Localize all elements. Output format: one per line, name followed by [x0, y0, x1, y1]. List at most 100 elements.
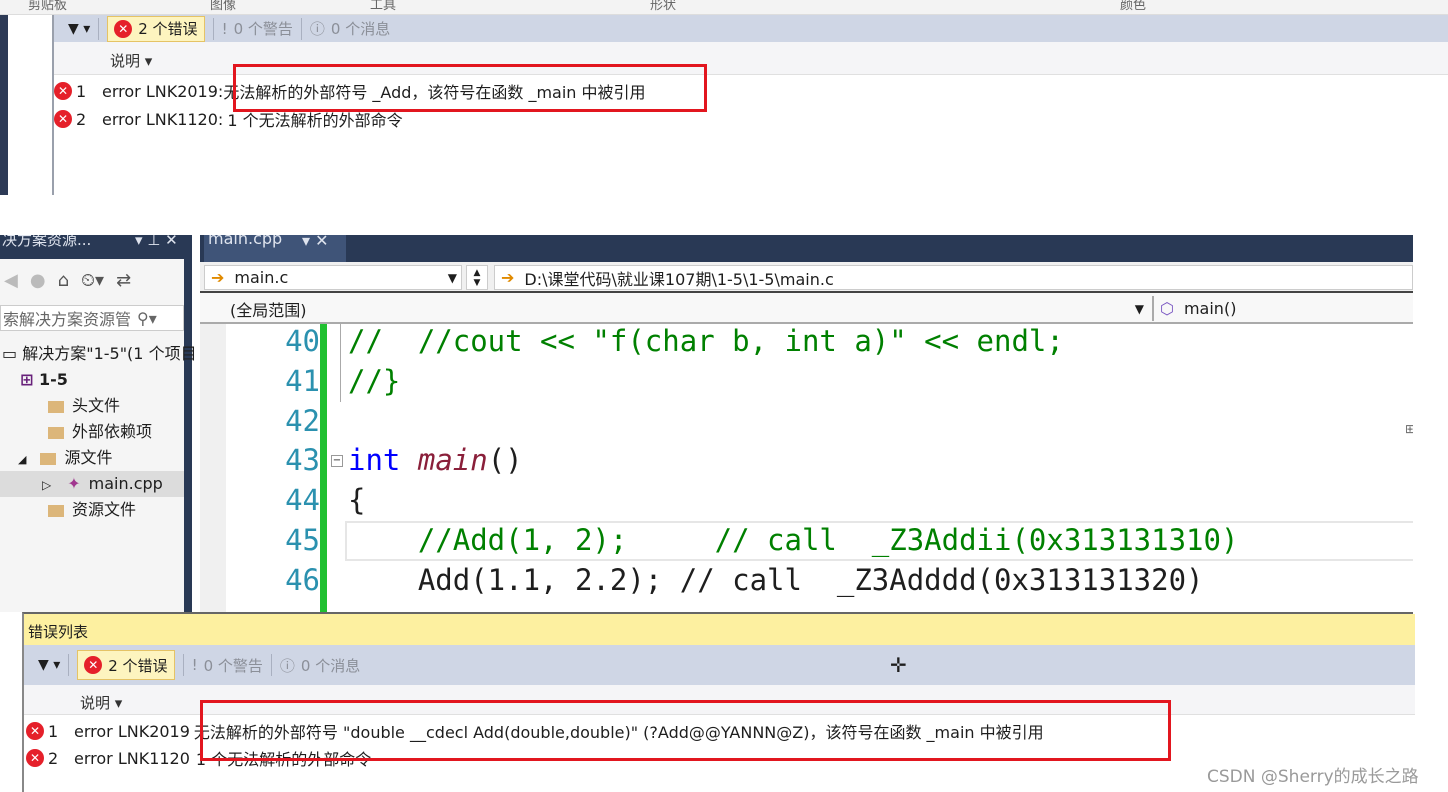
- highlight-box: [233, 64, 707, 112]
- code-line: //Add(1, 2); // call _Z3Addii(0x31313131…: [348, 523, 1239, 557]
- collapse-icon[interactable]: −: [331, 455, 343, 467]
- member-dropdown[interactable]: ⬡ main(): [1152, 296, 1413, 321]
- error-icon: ✕: [84, 656, 103, 674]
- scope-dropdown[interactable]: (全局范围) ▼: [204, 296, 1148, 321]
- arrow-icon: ➔: [211, 268, 225, 287]
- code-line: Add(1.1, 2.2); // call _Z3Adddd(0x313131…: [348, 563, 1204, 597]
- error-icon: ✕: [54, 110, 72, 128]
- tab-main-cpp[interactable]: main.cpp ▾ ✕: [204, 235, 346, 262]
- line-number: 40: [285, 324, 320, 358]
- ribbon-group-labels: 剪贴板 图像 工具 形状 颜色: [0, 0, 1448, 15]
- error-code: error LNK2019: [74, 721, 190, 741]
- warnings-label: 0 个警告: [203, 656, 263, 675]
- tree-item-solution[interactable]: ▭ 解决方案"1-5"(1 个项目: [2, 341, 197, 367]
- code-editor: main.cpp ▾ ✕ ➔ main.c ▼ ▲ ▼ ➔ D:\课堂代码\就业课107期…: [200, 235, 1413, 612]
- filter-icon[interactable]: ▼ ▾: [68, 21, 90, 37]
- search-placeholder: 索解决方案资源管: [3, 310, 132, 329]
- column-header-description[interactable]: 说明 ▾: [110, 50, 152, 71]
- path-field[interactable]: ➔ D:\课堂代码\就业课107期\1-5\1-5\main.c: [494, 265, 1413, 290]
- errors-filter-button[interactable]: ✕ 2 个错误: [77, 650, 175, 680]
- error-icon: ✕: [26, 722, 44, 740]
- forward-icon[interactable]: ●: [30, 270, 46, 291]
- warnings-filter-button[interactable]: ! 0 个警告: [192, 655, 263, 676]
- tab-label: main.cpp: [208, 235, 283, 248]
- code-token: (): [487, 443, 523, 477]
- ribbon-group: 形状: [650, 0, 677, 13]
- tree-item-project[interactable]: ⊞ 1-5: [20, 367, 68, 393]
- errors-label: 2 个错误: [138, 20, 198, 38]
- home-icon[interactable]: ⌂: [58, 270, 69, 291]
- expand-icon[interactable]: ◢: [18, 453, 26, 466]
- change-indicator: [320, 324, 327, 612]
- error-icon: ✕: [26, 749, 44, 767]
- scroll-stepper[interactable]: ▲ ▼: [466, 265, 488, 290]
- ribbon-group: 颜色: [1120, 0, 1147, 13]
- column-header-description[interactable]: 说明 ▾: [80, 692, 122, 713]
- history-icon[interactable]: ⏲▾: [81, 270, 104, 291]
- line-number: 46: [285, 563, 320, 597]
- line-number: 44: [285, 483, 320, 517]
- tree-item-main-cpp[interactable]: ▷ ✦ main.cpp: [0, 471, 184, 497]
- line-number: 43: [285, 443, 320, 477]
- search-icon[interactable]: ⚲▾: [137, 309, 157, 328]
- collapse-icon[interactable]: ▷: [42, 478, 51, 492]
- row-number: 2: [76, 109, 87, 129]
- row-number: 1: [76, 81, 87, 101]
- file-path: D:\课堂代码\就业课107期\1-5\1-5\main.c: [524, 269, 834, 289]
- error-code: error LNK1120: [74, 748, 190, 768]
- messages-label: 0 个消息: [300, 656, 361, 675]
- explorer-toolbar: ◀ ● ⌂ ⏲▾ ⇄: [0, 263, 184, 297]
- row-number: 2: [48, 748, 59, 768]
- warnings-label: 0 个警告: [233, 20, 293, 38]
- code-area[interactable]: 40 // //cout << "f(char b, int a)" << en…: [200, 324, 1413, 612]
- highlight-box: [200, 700, 1171, 761]
- tree-label: 头文件: [72, 396, 121, 415]
- tree-label: 外部依赖项: [72, 422, 153, 441]
- left-edge: [0, 15, 8, 195]
- split-icon[interactable]: ⊞: [1405, 422, 1413, 436]
- back-icon[interactable]: ◀: [4, 270, 18, 291]
- error-icon: ✕: [54, 82, 72, 100]
- glyph-margin: [200, 324, 226, 612]
- file-dropdown[interactable]: ➔ main.c ▼: [204, 265, 462, 290]
- ribbon-group: 剪贴板: [28, 0, 68, 13]
- chevron-down-icon: ▼: [447, 270, 457, 285]
- column-label: 说明: [110, 52, 141, 70]
- messages-filter-button[interactable]: ⓘ 0 个消息: [310, 18, 390, 39]
- filter-icon[interactable]: ▼ ▾: [38, 657, 60, 673]
- messages-filter-button[interactable]: ⓘ 0 个消息: [280, 655, 360, 676]
- solution-explorer: 决方案资源... ▾ ⊥ ✕ ◀ ● ⌂ ⏲▾ ⇄ 索解决方案资源管 ⚲▾ ▭ 解决方案"…: [0, 235, 197, 612]
- warning-icon: !: [191, 656, 198, 674]
- panel-title: 错误列表: [28, 623, 89, 641]
- tree-item-resources[interactable]: 资源文件: [48, 497, 136, 523]
- close-icon[interactable]: ▾ ✕: [302, 235, 329, 250]
- column-label: 说明: [80, 694, 111, 712]
- pin-icon[interactable]: ▾ ⊥ ✕: [135, 235, 178, 249]
- line-number: 41: [285, 364, 320, 398]
- panel-title-bar: 决方案资源... ▾ ⊥ ✕: [0, 235, 184, 259]
- tree-item-sources[interactable]: ◢ 源文件: [18, 445, 112, 471]
- function-name: main: [417, 443, 488, 477]
- tree-item-dependencies[interactable]: 外部依赖项: [48, 419, 152, 445]
- errors-filter-button[interactable]: ✕ 2 个错误: [107, 15, 205, 42]
- folder-icon: [40, 452, 57, 465]
- watermark: CSDN @Sherry的成长之路: [1207, 767, 1419, 787]
- ribbon-group: 工具: [370, 0, 397, 13]
- tree-label: 源文件: [64, 448, 113, 467]
- chevron-down-icon: ▼: [1134, 301, 1144, 316]
- line-number: 45: [285, 523, 320, 557]
- outline-line: [340, 324, 341, 402]
- method-icon: ⬡: [1160, 299, 1174, 318]
- code-line: //}: [348, 364, 401, 398]
- top-error-toolbar: ▼ ▾ ✕ 2 个错误 ! 0 个警告 ⓘ 0 个消息: [54, 15, 1448, 42]
- warning-icon: !: [221, 19, 228, 38]
- messages-label: 0 个消息: [330, 20, 391, 38]
- sync-icon[interactable]: ⇄: [116, 270, 131, 291]
- folder-icon: [48, 426, 64, 439]
- solution-icon: ▭: [2, 344, 23, 363]
- folder-icon: [48, 400, 64, 413]
- explorer-search-input[interactable]: 索解决方案资源管 ⚲▾: [0, 305, 184, 331]
- error-code: error LNK2019:: [102, 81, 224, 101]
- warnings-filter-button[interactable]: ! 0 个警告: [222, 18, 293, 39]
- tree-item-headers[interactable]: 头文件: [48, 393, 120, 419]
